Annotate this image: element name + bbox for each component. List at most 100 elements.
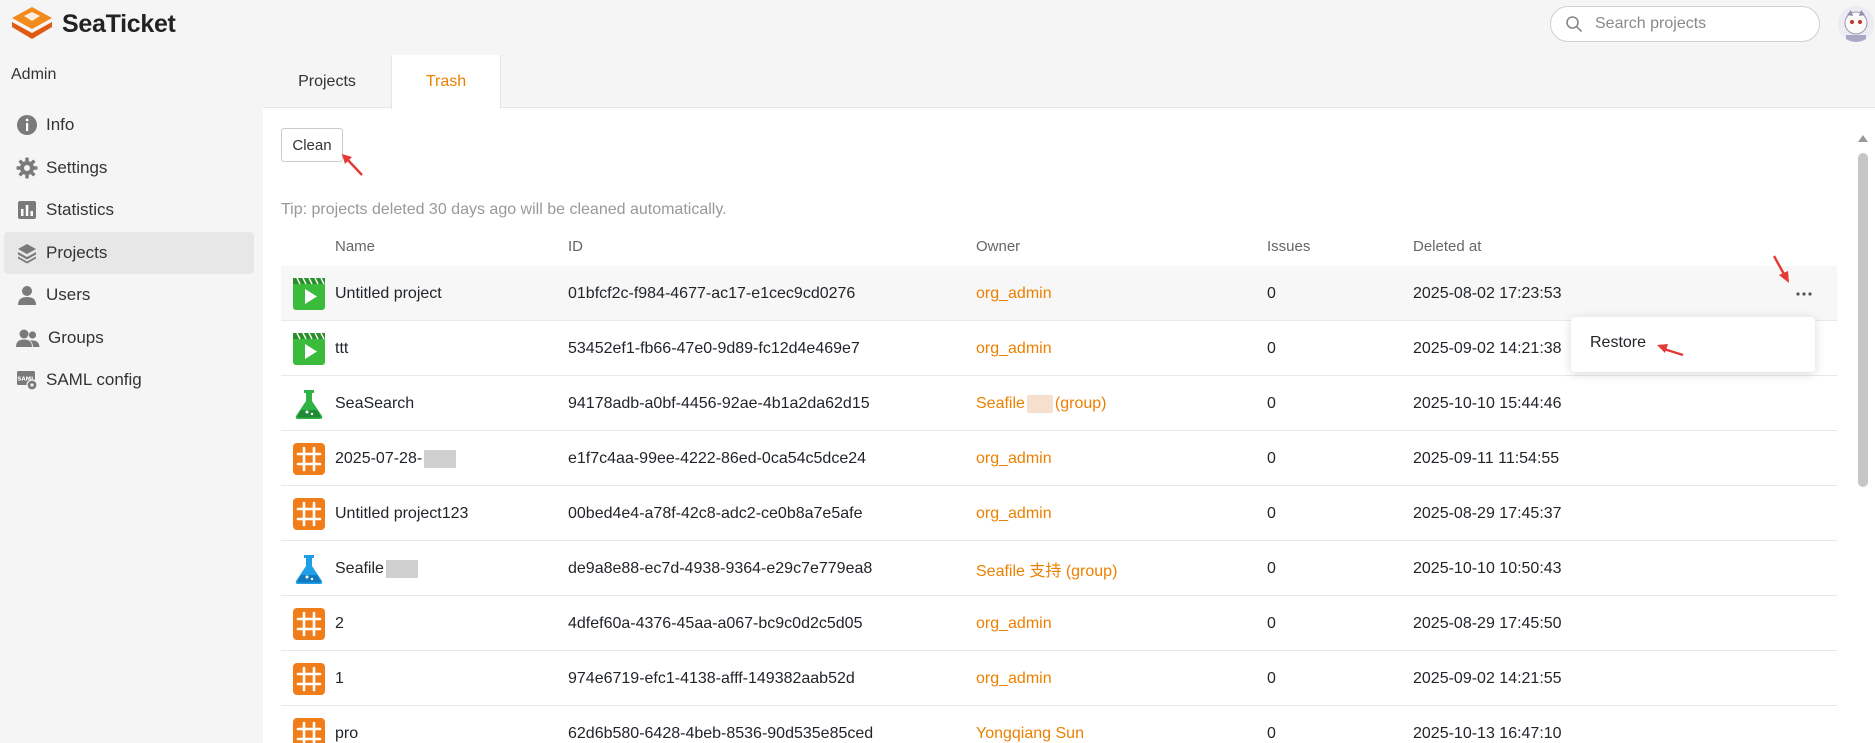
- project-deleted-at: 2025-09-02 14:21:38: [1413, 339, 1562, 357]
- project-issues: 0: [1267, 284, 1276, 302]
- sidebar-item-info[interactable]: Info: [4, 104, 254, 146]
- restore-menu-item[interactable]: Restore: [1571, 325, 1815, 361]
- sidebar-item-label: Projects: [46, 243, 108, 262]
- video-icon: [293, 333, 325, 365]
- redacted-text: [385, 559, 418, 578]
- sidebar-item-statistics[interactable]: Statistics: [4, 189, 254, 231]
- flask-green-icon: [295, 390, 323, 419]
- tab-projects[interactable]: Projects: [263, 55, 391, 109]
- scrollbar-thumb[interactable]: [1858, 153, 1868, 487]
- project-name[interactable]: Untitled project: [335, 266, 442, 321]
- flask-blue-icon: [295, 555, 323, 584]
- table-row[interactable]: Untitled project123 00bed4e4-a78f-42c8-a…: [281, 486, 1837, 541]
- project-owner[interactable]: org_admin: [976, 596, 1052, 651]
- scrollbar[interactable]: [1856, 135, 1870, 743]
- sidebar-item-groups[interactable]: Groups: [4, 317, 254, 359]
- table-row[interactable]: pro 62d6b580-6428-4beb-8536-90d535e85ced…: [281, 706, 1837, 743]
- table-row[interactable]: 2 4dfef60a-4376-45aa-a067-bc9c0d2c5d05 o…: [281, 596, 1837, 651]
- project-name[interactable]: Seafile: [335, 541, 418, 596]
- project-name[interactable]: 1: [335, 651, 344, 706]
- row-action-menu: Restore: [1571, 317, 1815, 372]
- tab-trash[interactable]: Trash: [391, 55, 501, 109]
- sidebar-item-settings[interactable]: Settings: [4, 147, 254, 189]
- project-issues: 0: [1267, 339, 1276, 357]
- project-id: 94178adb-a0bf-4456-92ae-4b1a2da62d15: [568, 394, 870, 412]
- project-owner[interactable]: org_admin: [976, 321, 1052, 376]
- column-header-id: ID: [568, 238, 583, 255]
- project-issues: 0: [1267, 394, 1276, 412]
- row-more-button[interactable]: [1791, 284, 1817, 304]
- project-deleted-at: 2025-08-29 17:45:50: [1413, 614, 1562, 632]
- search-icon: [1566, 16, 1582, 32]
- clean-button[interactable]: Clean: [281, 128, 343, 162]
- project-deleted-at: 2025-08-29 17:45:37: [1413, 504, 1562, 522]
- table-row[interactable]: Seafile de9a8e88-ec7d-4938-9364-e29c7e77…: [281, 541, 1837, 596]
- user-icon: [18, 286, 36, 305]
- project-owner[interactable]: org_admin: [976, 431, 1052, 486]
- project-name-text: Seafile: [335, 559, 384, 577]
- user-avatar[interactable]: [1838, 6, 1874, 42]
- project-owner[interactable]: Seafile (group): [976, 376, 1107, 431]
- sidebar-heading: Admin: [11, 66, 57, 83]
- grid-icon: [293, 718, 325, 743]
- column-header-issues: Issues: [1267, 238, 1311, 255]
- project-id: 62d6b580-6428-4beb-8536-90d535e85ced: [568, 724, 874, 742]
- project-name[interactable]: 2: [335, 596, 344, 651]
- scroll-up-arrow-icon[interactable]: [1858, 135, 1868, 142]
- table-row[interactable]: 2025-07-28- e1f7c4aa-99ee-4222-86ed-0ca5…: [281, 431, 1837, 486]
- project-issues: 0: [1267, 669, 1276, 687]
- sidebar-item-users[interactable]: Users: [4, 274, 254, 316]
- table-row[interactable]: Untitled project 01bfcf2c-f984-4677-ac17…: [281, 266, 1837, 321]
- owner-suffix: (group): [1054, 394, 1107, 412]
- project-owner[interactable]: org_admin: [976, 651, 1052, 706]
- project-id: e1f7c4aa-99ee-4222-86ed-0ca54c5dce24: [568, 449, 867, 467]
- project-issues: 0: [1267, 559, 1276, 577]
- project-id: 974e6719-efc1-4138-afff-149382aab52d: [568, 669, 855, 687]
- project-owner[interactable]: Seafile 支持 (group): [976, 541, 1117, 596]
- project-id: de9a8e88-ec7d-4938-9364-e29c7e779ea8: [568, 559, 873, 577]
- grid-icon: [293, 663, 325, 695]
- project-deleted-at: 2025-09-02 14:21:55: [1413, 669, 1562, 687]
- table-row[interactable]: SeaSearch 94178adb-a0bf-4456-92ae-4b1a2d…: [281, 376, 1837, 431]
- sidebar-item-label: Info: [46, 115, 75, 134]
- redacted-text: [1026, 394, 1053, 413]
- project-name[interactable]: pro: [335, 706, 358, 743]
- project-issues: 0: [1267, 504, 1276, 522]
- search-input[interactable]: [1595, 15, 1795, 33]
- more-icon: [1796, 292, 1812, 296]
- tab-bar: Projects Trash: [263, 55, 1875, 109]
- grid-icon: [293, 498, 325, 530]
- sidebar-item-saml-config[interactable]: SAML SAML config: [4, 359, 254, 401]
- sidebar-item-label: Groups: [48, 328, 104, 347]
- search-box[interactable]: [1550, 6, 1820, 42]
- project-name[interactable]: Untitled project123: [335, 486, 468, 541]
- sidebar-item-projects[interactable]: Projects: [4, 232, 254, 274]
- table-row[interactable]: 1 974e6719-efc1-4138-afff-149382aab52d o…: [281, 651, 1837, 706]
- project-issues: 0: [1267, 724, 1276, 742]
- project-id: 01bfcf2c-f984-4677-ac17-e1cec9cd0276: [568, 284, 856, 302]
- project-name[interactable]: 2025-07-28-: [335, 431, 457, 486]
- project-deleted-at: 2025-10-10 15:44:46: [1413, 394, 1562, 412]
- project-id: 53452ef1-fb66-47e0-9d89-fc12d4e469e7: [568, 339, 860, 357]
- column-header-deleted-at: Deleted at: [1413, 238, 1482, 255]
- group-icon: [16, 329, 40, 347]
- project-name[interactable]: SeaSearch: [335, 376, 414, 431]
- sidebar-item-label: Users: [46, 285, 91, 304]
- tip-text: Tip: projects deleted 30 days ago will b…: [281, 201, 727, 218]
- sidebar-item-label: SAML config: [46, 370, 142, 389]
- grid-icon: [293, 443, 325, 475]
- sidebar-item-label: Settings: [46, 158, 108, 177]
- project-name[interactable]: ttt: [335, 321, 348, 376]
- project-issues: 0: [1267, 614, 1276, 632]
- info-icon: [17, 115, 37, 135]
- project-owner[interactable]: Yongqiang Sun: [976, 706, 1084, 743]
- project-deleted-at: 2025-10-10 10:50:43: [1413, 559, 1562, 577]
- app-logo[interactable]: SeaTicket: [10, 4, 176, 44]
- project-id: 4dfef60a-4376-45aa-a067-bc9c0d2c5d05: [568, 614, 863, 632]
- project-owner[interactable]: org_admin: [976, 486, 1052, 541]
- saml-icon: SAML: [17, 371, 38, 391]
- statistics-icon: [18, 201, 36, 219]
- grid-icon: [293, 608, 325, 640]
- layers-icon: [18, 244, 36, 264]
- project-owner[interactable]: org_admin: [976, 266, 1052, 321]
